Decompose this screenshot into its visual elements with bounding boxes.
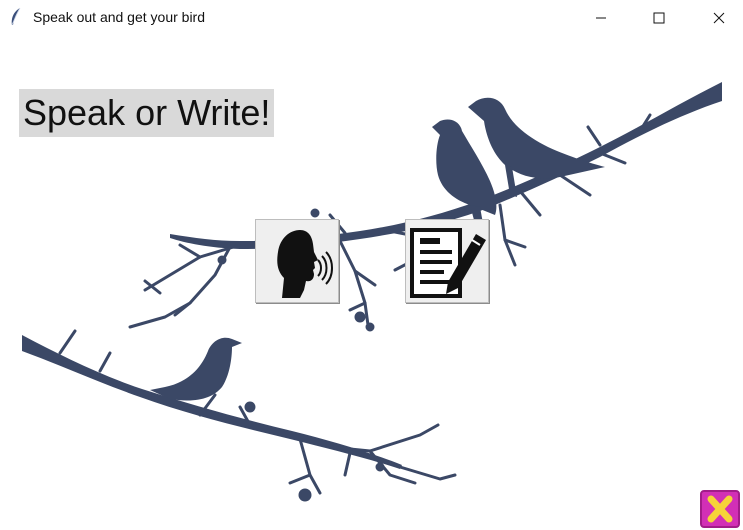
x-icon bbox=[707, 495, 733, 523]
minimize-icon bbox=[596, 17, 606, 18]
speaking-head-icon bbox=[277, 230, 333, 298]
prompt-heading: Speak or Write! bbox=[19, 89, 275, 137]
maximize-icon bbox=[653, 12, 665, 23]
close-icon bbox=[713, 12, 725, 23]
speak-button[interactable] bbox=[255, 219, 339, 303]
window-title: Speak out and get your bird bbox=[33, 9, 206, 25]
feather-icon bbox=[11, 7, 21, 26]
write-button[interactable] bbox=[405, 219, 489, 303]
title-bar: Speak out and get your bird bbox=[0, 0, 743, 35]
maximize-button[interactable] bbox=[636, 0, 682, 35]
main-canvas: Speak or Write! bbox=[0, 35, 743, 530]
minimize-button[interactable] bbox=[578, 0, 624, 35]
document-pencil-icon bbox=[410, 228, 486, 298]
exit-button[interactable] bbox=[700, 490, 740, 528]
close-button[interactable] bbox=[696, 0, 742, 35]
